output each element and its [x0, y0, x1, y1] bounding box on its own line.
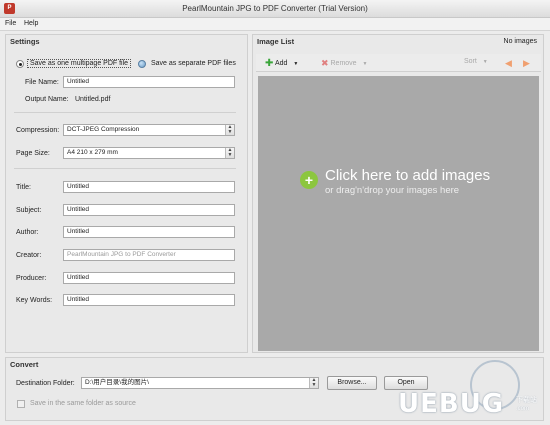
sort-button[interactable]: Sort ▼: [464, 58, 488, 65]
convert-title: Convert: [10, 360, 39, 369]
add-label: Add: [274, 60, 288, 67]
window-title: PearlMountain JPG to PDF Converter (Tria…: [182, 4, 368, 13]
open-button[interactable]: Open: [384, 376, 428, 390]
keywords-label: Key Words:: [16, 297, 53, 304]
keywords-field[interactable]: Untitled: [63, 294, 235, 306]
add-button[interactable]: ✚ Add ▼: [265, 58, 298, 69]
dropdown-caret-icon: ▼: [293, 61, 299, 67]
add-icon: ✚: [265, 58, 274, 69]
producer-field[interactable]: Untitled: [63, 272, 235, 284]
click-here-text[interactable]: Click here to add images: [325, 167, 490, 184]
creator-label: Creator:: [16, 252, 42, 259]
image-count-status: No images: [503, 38, 537, 45]
same-folder-checkbox[interactable]: [17, 400, 25, 408]
compression-label: Compression:: [16, 127, 60, 134]
title-field[interactable]: Untitled: [63, 181, 235, 193]
save-multipage-radio[interactable]: [16, 60, 24, 68]
divider: [14, 168, 236, 169]
destination-value: D:\用户目录\我的图片\: [85, 379, 149, 386]
settings-title: Settings: [10, 37, 40, 46]
browse-button[interactable]: Browse...: [327, 376, 377, 390]
menu-file[interactable]: File: [5, 20, 16, 27]
page-size-value: A4 210 x 279 mm: [67, 149, 118, 156]
remove-icon: ✖: [321, 58, 329, 68]
creator-field[interactable]: PearlMountain JPG to PDF Converter: [63, 249, 235, 261]
spin-arrows-icon: ▲ ▼: [225, 125, 234, 135]
drag-drop-hint: or drag'n'drop your images here: [325, 185, 460, 196]
image-list-toolbar: ✚ Add ▼ ✖ Remove ▼ Sort ▼ ◀ ▶: [256, 54, 541, 72]
author-field[interactable]: Untitled: [63, 226, 235, 238]
output-name-value: Untitled.pdf: [75, 96, 111, 103]
image-drop-zone[interactable]: + Click here to add images or drag'n'dro…: [258, 76, 539, 351]
author-label: Author:: [16, 229, 39, 236]
remove-label: Remove: [330, 60, 357, 67]
watermark-domain: .com: [516, 406, 530, 412]
destination-folder-select[interactable]: D:\用户目录\我的图片\ ▲ ▼: [81, 377, 319, 389]
destination-label: Destination Folder:: [16, 380, 75, 387]
menu-help[interactable]: Help: [24, 20, 38, 27]
same-folder-label: Save in the same folder as source: [30, 400, 136, 407]
file-name-label: File Name:: [25, 79, 59, 86]
save-multipage-label[interactable]: Save as one multipage PDF file: [27, 59, 132, 68]
add-images-icon[interactable]: +: [300, 171, 318, 189]
dropdown-caret-icon: ▼: [482, 59, 488, 65]
file-name-field[interactable]: Untitled: [63, 76, 235, 88]
subject-label: Subject:: [16, 207, 42, 214]
output-name-label: Output Name:: [25, 96, 69, 103]
sort-label: Sort: [464, 58, 477, 65]
save-separate-radio[interactable]: [138, 60, 146, 68]
save-separate-label[interactable]: Save as separate PDF files: [151, 60, 236, 67]
title-bar: P PearlMountain JPG to PDF Converter (Tr…: [0, 0, 550, 18]
title-label: Title:: [16, 184, 31, 191]
menu-bar: File Help: [0, 18, 550, 31]
divider: [14, 112, 236, 113]
page-size-select[interactable]: A4 210 x 279 mm ▲ ▼: [63, 147, 235, 159]
dropdown-caret-icon: ▼: [362, 61, 368, 67]
compression-value: DCT-JPEG Compression: [67, 126, 140, 133]
page-size-label: Page Size:: [16, 150, 50, 157]
move-left-icon[interactable]: ◀: [505, 58, 512, 69]
producer-label: Producer:: [16, 275, 47, 282]
spin-arrows-icon: ▲ ▼: [225, 148, 234, 158]
watermark-logo: UEBUG: [398, 389, 505, 419]
remove-button[interactable]: ✖ Remove ▼: [321, 58, 367, 69]
spin-arrows-icon: ▲ ▼: [309, 378, 318, 388]
watermark-subtext: 下载站: [516, 397, 537, 404]
subject-field[interactable]: Untitled: [63, 204, 235, 216]
compression-select[interactable]: DCT-JPEG Compression ▲ ▼: [63, 124, 235, 136]
move-right-icon[interactable]: ▶: [523, 58, 530, 69]
image-list-title: Image List: [257, 37, 295, 46]
